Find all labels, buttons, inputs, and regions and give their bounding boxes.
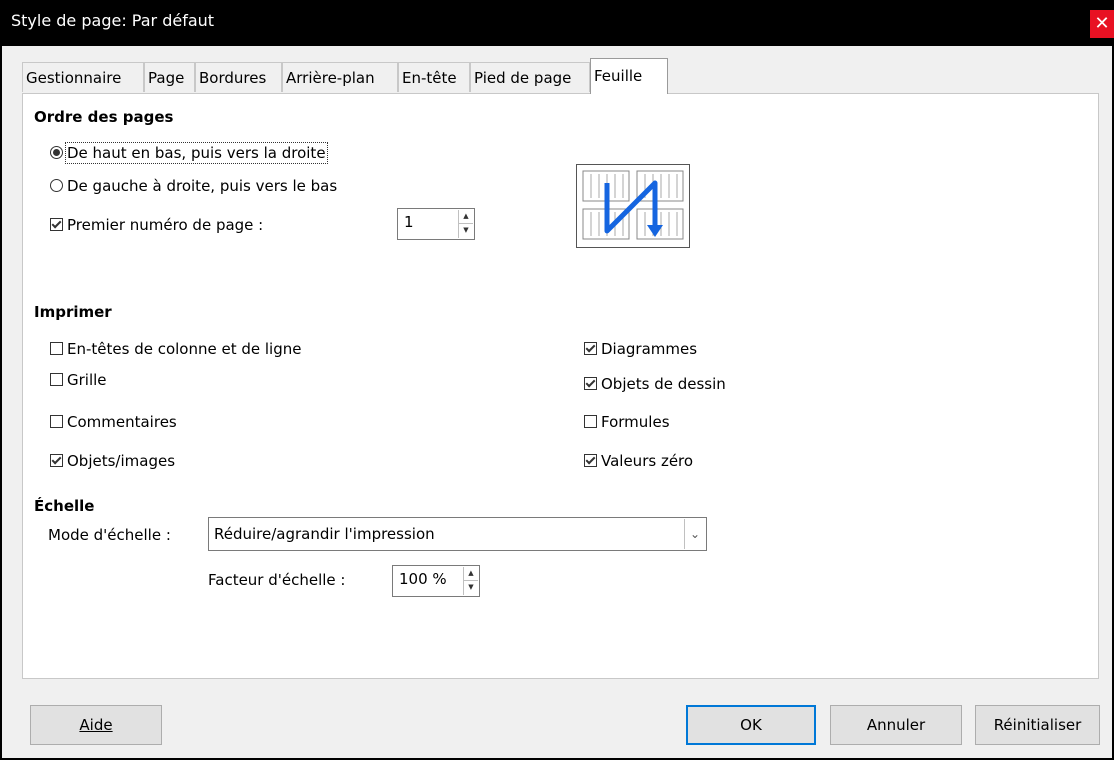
tab-arriere-plan[interactable]: Arrière-plan xyxy=(282,62,398,92)
scale-mode-label: Mode d'échelle : xyxy=(48,526,171,544)
page-order-arrow-icon xyxy=(582,170,684,240)
window-border-left xyxy=(0,46,2,760)
checkbox-unchecked-icon xyxy=(50,373,63,386)
first-page-checkbox[interactable]: Premier numéro de page : xyxy=(50,216,263,234)
first-page-spinner[interactable]: 1 ▲ ▼ xyxy=(397,208,475,240)
checkbox-unchecked-icon xyxy=(50,342,63,355)
reset-button[interactable]: Réinitialiser xyxy=(975,705,1100,745)
spin-up-icon[interactable]: ▲ xyxy=(459,210,473,224)
scale-factor-label: Facteur d'échelle : xyxy=(208,571,346,589)
page-order-title: Ordre des pages xyxy=(34,108,174,126)
checkbox-checked-icon xyxy=(50,218,63,231)
checkbox-unchecked-icon xyxy=(50,415,63,428)
window-title: Style de page: Par défaut xyxy=(11,11,215,30)
title-bar: Style de page: Par défaut ✕ xyxy=(0,0,1114,46)
ok-button[interactable]: OK xyxy=(686,705,816,745)
radio-checked-icon xyxy=(50,146,63,159)
chevron-down-icon[interactable]: ⌄ xyxy=(684,519,705,549)
tab-en-tete[interactable]: En-tête xyxy=(398,62,470,92)
checkbox-headers[interactable]: En-têtes de colonne et de ligne xyxy=(50,340,302,358)
tab-bordures[interactable]: Bordures xyxy=(195,62,282,92)
tab-pied-de-page[interactable]: Pied de page xyxy=(470,62,590,92)
checkbox-checked-icon xyxy=(584,454,597,467)
close-button[interactable]: ✕ xyxy=(1090,10,1114,38)
radio-top-down[interactable]: De haut en bas, puis vers la droite xyxy=(50,142,328,164)
spin-up-icon[interactable]: ▲ xyxy=(464,567,478,581)
checkbox-charts[interactable]: Diagrammes xyxy=(584,340,697,358)
spin-down-icon[interactable]: ▼ xyxy=(464,581,478,595)
scale-mode-select[interactable]: Réduire/agrandir l'impression ⌄ xyxy=(208,517,707,551)
checkbox-checked-icon xyxy=(584,342,597,355)
checkbox-drawing[interactable]: Objets de dessin xyxy=(584,375,726,393)
scale-factor-spinner[interactable]: 100 % ▲ ▼ xyxy=(392,565,480,597)
print-title: Imprimer xyxy=(34,303,112,321)
checkbox-formulas[interactable]: Formules xyxy=(584,413,670,431)
radio-left-right[interactable]: De gauche à droite, puis vers le bas xyxy=(50,177,337,195)
checkbox-zero[interactable]: Valeurs zéro xyxy=(584,452,693,470)
checkbox-comments[interactable]: Commentaires xyxy=(50,413,177,431)
radio-unchecked-icon xyxy=(50,179,63,192)
checkbox-grid[interactable]: Grille xyxy=(50,371,107,389)
tab-gestionnaire[interactable]: Gestionnaire xyxy=(22,62,144,92)
page-order-illustration xyxy=(576,164,690,248)
checkbox-objects[interactable]: Objets/images xyxy=(50,452,175,470)
checkbox-checked-icon xyxy=(50,454,63,467)
help-button[interactable]: Aide xyxy=(30,705,162,745)
spin-down-icon[interactable]: ▼ xyxy=(459,224,473,238)
tab-page[interactable]: Page xyxy=(144,62,195,92)
cancel-button[interactable]: Annuler xyxy=(830,705,962,745)
checkbox-checked-icon xyxy=(584,377,597,390)
checkbox-unchecked-icon xyxy=(584,415,597,428)
tab-feuille[interactable]: Feuille xyxy=(590,58,668,94)
scale-title: Échelle xyxy=(34,497,95,515)
